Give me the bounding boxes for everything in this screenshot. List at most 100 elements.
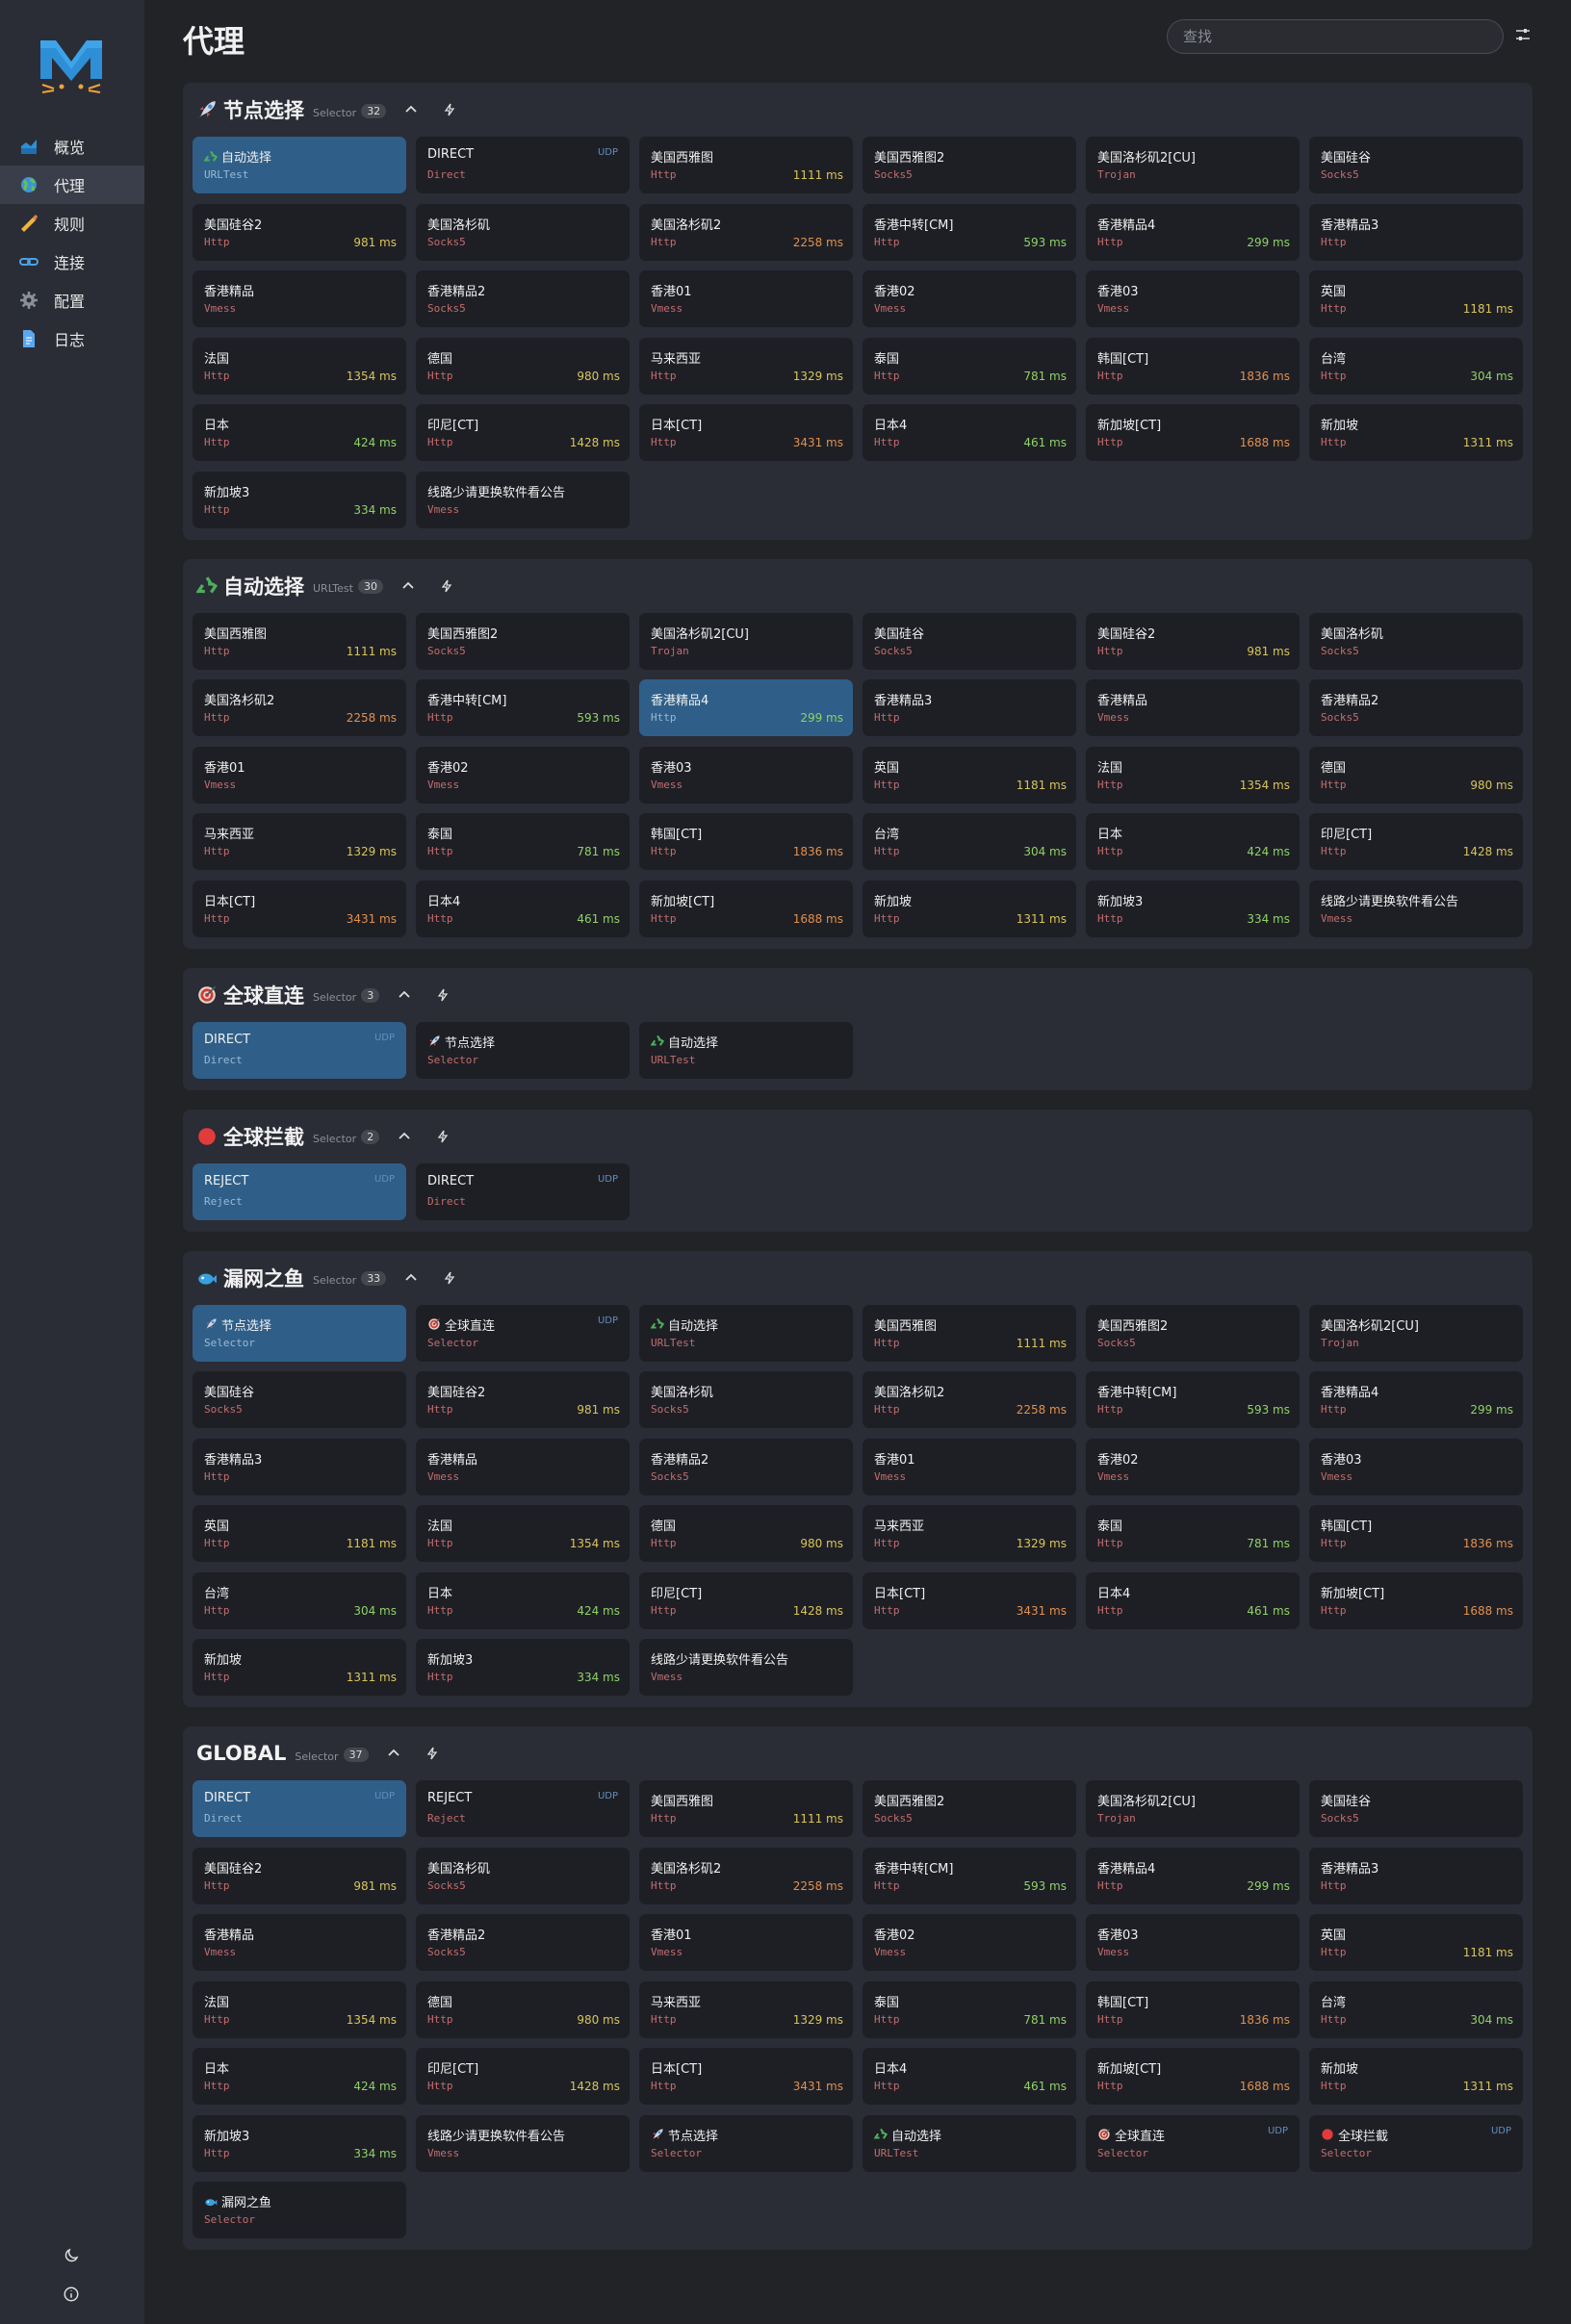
proxy-card[interactable]: 日本4 Http 461 ms: [416, 880, 630, 937]
proxy-card[interactable]: 节点选择 Selector: [639, 2114, 853, 2172]
proxy-card[interactable]: 美国洛杉矶2 Http 2258 ms: [193, 679, 406, 736]
proxy-card[interactable]: 新加坡3 Http 334 ms: [1086, 880, 1300, 937]
proxy-card[interactable]: 香港精品3 Http: [1309, 203, 1523, 261]
proxy-card[interactable]: 印尼[CT] Http 1428 ms: [639, 1571, 853, 1629]
proxy-card[interactable]: 香港01 Vmess: [639, 1914, 853, 1971]
proxy-card[interactable]: 香港中转[CM] Http 593 ms: [863, 203, 1076, 261]
proxy-card[interactable]: 德国 Http 980 ms: [416, 1980, 630, 2038]
proxy-card[interactable]: 美国洛杉矶 Socks5: [1309, 612, 1523, 670]
proxy-card[interactable]: 美国洛杉矶2 Http 2258 ms: [639, 203, 853, 261]
proxy-card[interactable]: 德国 Http 980 ms: [639, 1505, 853, 1562]
proxy-card[interactable]: REJECT Reject UDP: [416, 1780, 630, 1837]
sidebar-item-1[interactable]: 代理: [0, 166, 144, 204]
proxy-card[interactable]: REJECT Reject UDP: [193, 1162, 406, 1220]
proxy-card[interactable]: 香港精品 Vmess: [1086, 679, 1300, 736]
collapse-button[interactable]: [380, 1740, 407, 1767]
proxy-card[interactable]: 线路少请更换软件看公告 Vmess: [639, 1639, 853, 1696]
proxy-card[interactable]: 英国 Http 1181 ms: [193, 1505, 406, 1562]
proxy-card[interactable]: 全球直连 Selector UDP: [416, 1304, 630, 1362]
proxy-card[interactable]: 香港精品4 Http 299 ms: [1086, 203, 1300, 261]
proxy-card[interactable]: 线路少请更换软件看公告 Vmess: [1309, 880, 1523, 937]
proxy-card[interactable]: 美国西雅图 Http 1111 ms: [639, 137, 853, 193]
theme-toggle-button[interactable]: [58, 2242, 85, 2269]
proxy-card[interactable]: 日本[CT] Http 3431 ms: [863, 1571, 1076, 1629]
proxy-card[interactable]: 新加坡 Http 1311 ms: [193, 1639, 406, 1696]
filter-settings-button[interactable]: [1511, 23, 1534, 46]
proxy-card[interactable]: 自动选择 URLTest: [193, 137, 406, 193]
proxy-card[interactable]: 日本4 Http 461 ms: [1086, 1571, 1300, 1629]
proxy-card[interactable]: 自动选择 URLTest: [863, 2114, 1076, 2172]
proxy-card[interactable]: 美国洛杉矶2 Http 2258 ms: [639, 1847, 853, 1904]
proxy-card[interactable]: 日本4 Http 461 ms: [863, 404, 1076, 461]
collapse-button[interactable]: [391, 982, 418, 1009]
proxy-card[interactable]: 美国西雅图 Http 1111 ms: [863, 1304, 1076, 1362]
proxy-card[interactable]: 英国 Http 1181 ms: [863, 746, 1076, 804]
sidebar-item-0[interactable]: 概览: [0, 127, 144, 166]
proxy-card[interactable]: 香港02 Vmess: [863, 1914, 1076, 1971]
latency-test-button[interactable]: [429, 982, 456, 1009]
proxy-card[interactable]: 法国 Http 1354 ms: [1086, 746, 1300, 804]
proxy-card[interactable]: 日本 Http 424 ms: [193, 404, 406, 461]
proxy-card[interactable]: 自动选择 URLTest: [639, 1304, 853, 1362]
proxy-card[interactable]: 泰国 Http 781 ms: [416, 813, 630, 870]
proxy-card[interactable]: 香港02 Vmess: [863, 270, 1076, 327]
sidebar-item-4[interactable]: 配置: [0, 281, 144, 319]
proxy-card[interactable]: 韩国[CT] Http 1836 ms: [1309, 1505, 1523, 1562]
proxy-card[interactable]: 香港精品 Vmess: [416, 1438, 630, 1495]
proxy-card[interactable]: 新加坡[CT] Http 1688 ms: [1086, 2048, 1300, 2105]
proxy-card[interactable]: 美国硅谷2 Http 981 ms: [1086, 612, 1300, 670]
collapse-button[interactable]: [398, 96, 425, 123]
proxy-card[interactable]: 日本 Http 424 ms: [416, 1571, 630, 1629]
proxy-card[interactable]: 日本4 Http 461 ms: [863, 2048, 1076, 2105]
proxy-card[interactable]: 英国 Http 1181 ms: [1309, 270, 1523, 327]
proxy-card[interactable]: 全球直连 Selector UDP: [1086, 2114, 1300, 2172]
proxy-card[interactable]: 英国 Http 1181 ms: [1309, 1914, 1523, 1971]
proxy-card[interactable]: DIRECT Direct UDP: [416, 137, 630, 193]
latency-test-button[interactable]: [419, 1740, 446, 1767]
proxy-card[interactable]: 法国 Http 1354 ms: [193, 337, 406, 395]
proxy-card[interactable]: 泰国 Http 781 ms: [863, 1980, 1076, 2038]
proxy-card[interactable]: 法国 Http 1354 ms: [193, 1980, 406, 2038]
proxy-card[interactable]: 美国西雅图2 Socks5: [1086, 1304, 1300, 1362]
sidebar-item-3[interactable]: 连接: [0, 243, 144, 281]
proxy-card[interactable]: 香港01 Vmess: [639, 270, 853, 327]
proxy-card[interactable]: 德国 Http 980 ms: [416, 337, 630, 395]
search-input[interactable]: [1167, 19, 1504, 54]
proxy-card[interactable]: 台湾 Http 304 ms: [193, 1571, 406, 1629]
proxy-card[interactable]: 香港03 Vmess: [1086, 1914, 1300, 1971]
proxy-card[interactable]: 美国洛杉矶2[CU] Trojan: [639, 612, 853, 670]
collapse-button[interactable]: [395, 573, 422, 600]
proxy-card[interactable]: 香港中转[CM] Http 593 ms: [1086, 1371, 1300, 1428]
proxy-card[interactable]: 美国硅谷 Socks5: [1309, 1780, 1523, 1837]
proxy-card[interactable]: 香港精品4 Http 299 ms: [639, 679, 853, 736]
proxy-card[interactable]: 自动选择 URLTest: [639, 1021, 853, 1079]
proxy-card[interactable]: 法国 Http 1354 ms: [416, 1505, 630, 1562]
proxy-card[interactable]: 日本[CT] Http 3431 ms: [639, 2048, 853, 2105]
proxy-card[interactable]: 美国硅谷2 Http 981 ms: [193, 1847, 406, 1904]
collapse-button[interactable]: [398, 1264, 425, 1291]
proxy-card[interactable]: 新加坡 Http 1311 ms: [863, 880, 1076, 937]
proxy-card[interactable]: 日本 Http 424 ms: [193, 2048, 406, 2105]
proxy-card[interactable]: 香港02 Vmess: [416, 746, 630, 804]
proxy-card[interactable]: 香港精品 Vmess: [193, 1914, 406, 1971]
proxy-card[interactable]: 新加坡[CT] Http 1688 ms: [1309, 1571, 1523, 1629]
proxy-card[interactable]: 美国西雅图 Http 1111 ms: [639, 1780, 853, 1837]
proxy-card[interactable]: 新加坡 Http 1311 ms: [1309, 2048, 1523, 2105]
proxy-card[interactable]: 美国洛杉矶 Socks5: [639, 1371, 853, 1428]
proxy-card[interactable]: 香港精品3 Http: [863, 679, 1076, 736]
proxy-card[interactable]: 美国西雅图 Http 1111 ms: [193, 612, 406, 670]
proxy-card[interactable]: 香港精品4 Http 299 ms: [1086, 1847, 1300, 1904]
latency-test-button[interactable]: [433, 573, 460, 600]
proxy-card[interactable]: 新加坡[CT] Http 1688 ms: [1086, 404, 1300, 461]
proxy-card[interactable]: 德国 Http 980 ms: [1309, 746, 1523, 804]
collapse-button[interactable]: [391, 1123, 418, 1150]
proxy-card[interactable]: 台湾 Http 304 ms: [1309, 337, 1523, 395]
proxy-card[interactable]: 美国硅谷2 Http 981 ms: [416, 1371, 630, 1428]
proxy-card[interactable]: 节点选择 Selector: [193, 1304, 406, 1362]
sidebar-item-5[interactable]: 日志: [0, 319, 144, 358]
proxy-card[interactable]: 香港精品 Vmess: [193, 270, 406, 327]
proxy-card[interactable]: 香港03 Vmess: [1086, 270, 1300, 327]
proxy-card[interactable]: 马来西亚 Http 1329 ms: [193, 813, 406, 870]
proxy-card[interactable]: 美国洛杉矶2[CU] Trojan: [1086, 137, 1300, 193]
proxy-card[interactable]: 香港03 Vmess: [639, 746, 853, 804]
